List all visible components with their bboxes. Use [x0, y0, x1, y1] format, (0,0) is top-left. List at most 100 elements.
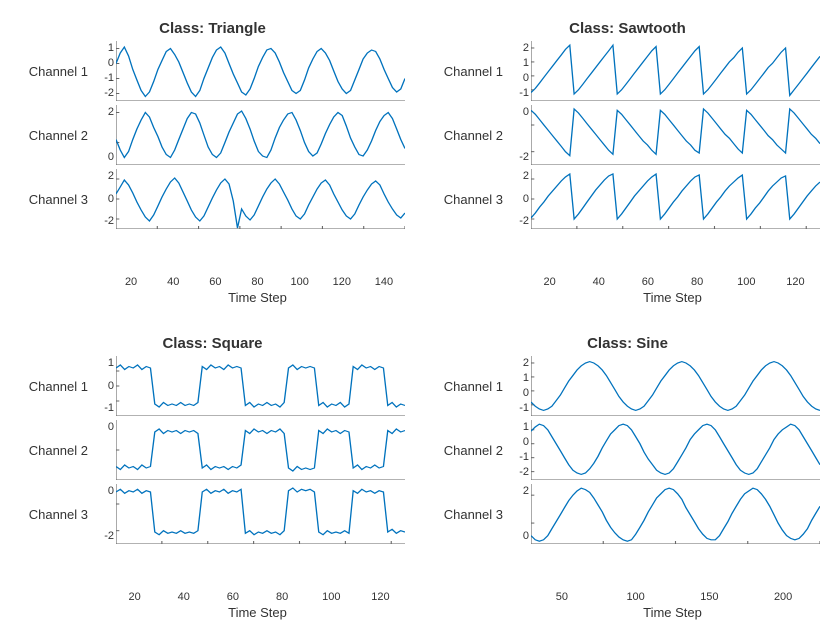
panel-title: Class: Sawtooth	[435, 20, 820, 37]
ytick-label: 0	[92, 486, 114, 497]
mini-plot	[116, 105, 405, 165]
yticks: 20-2	[92, 169, 116, 229]
plot-holder	[116, 41, 405, 101]
yticks: 20	[92, 105, 116, 165]
ytick-label: 2	[507, 486, 529, 497]
yticks: 20-2	[507, 169, 531, 229]
xtick-label: 140	[363, 276, 405, 288]
plot-holder	[116, 105, 405, 165]
panel-title: Class: Sine	[435, 335, 820, 352]
ylabel: Channel 2	[435, 105, 507, 165]
ylabel: Channel 1	[435, 41, 507, 101]
ytick-label: 0	[507, 531, 529, 542]
ytick-label: -1	[92, 73, 114, 84]
ylabel: Channel 3	[435, 169, 507, 229]
plot-holder	[116, 169, 405, 229]
panel-title: Class: Triangle	[20, 20, 405, 37]
ytick-label: 0	[507, 194, 529, 205]
plot-holder	[531, 169, 820, 229]
chart-figure: Class: TriangleChannel 110-1-2Channel 22…	[0, 0, 840, 630]
ytick-label: -2	[507, 216, 529, 227]
ytick-label: 0	[507, 388, 529, 399]
yticks: 1 0 -1 -2	[92, 41, 116, 101]
channel-row: Channel 110-1	[20, 356, 405, 416]
xtick-label: 100	[599, 591, 673, 603]
xlabel: Time Step	[228, 605, 287, 620]
ytick-label: 2	[507, 358, 529, 369]
xtick-label: 80	[673, 276, 722, 288]
yticks: 20	[507, 484, 531, 544]
panel-0: Class: TriangleChannel 110-1-2Channel 22…	[20, 20, 405, 305]
xtick-label: 50	[525, 591, 599, 603]
yticks: 0	[92, 420, 116, 480]
ytick-label: 0	[92, 422, 114, 433]
mini-plot	[531, 356, 820, 416]
channel-row: Channel 20-2	[435, 105, 820, 165]
ytick-label: -1	[507, 403, 529, 414]
mini-plot	[531, 169, 820, 229]
xtick-label: 20	[110, 276, 152, 288]
xtick-label: 120	[321, 276, 363, 288]
yticks: 0-2	[507, 105, 531, 165]
mini-plot	[116, 169, 405, 229]
mini-plot	[531, 420, 820, 480]
xaxis: 20406080100120 Time Step	[525, 276, 820, 305]
plot-holder	[531, 105, 820, 165]
channel-row: Channel 220	[20, 105, 405, 165]
xtick-label: 20	[525, 276, 574, 288]
ytick-label: -2	[507, 467, 529, 478]
panel-title: Class: Square	[20, 335, 405, 352]
mini-plot	[531, 484, 820, 544]
ylabel: Channel 1	[435, 356, 507, 416]
ylabel: Channel 1	[20, 356, 92, 416]
ylabel: Channel 3	[20, 484, 92, 544]
channel-row: Channel 30-2	[20, 484, 405, 544]
xtick-label: 40	[574, 276, 623, 288]
yticks: 10-1-2	[507, 420, 531, 480]
ytick-label: 2	[92, 107, 114, 118]
yticks: 0-2	[92, 484, 116, 544]
ytick-label: 0	[92, 58, 114, 69]
channel-row: Channel 110-1-2	[20, 41, 405, 101]
ytick-label: -1	[92, 403, 114, 414]
xtick-label: 60	[623, 276, 672, 288]
xtick-label: 150	[673, 591, 747, 603]
xaxis: 20406080100120 Time Step	[110, 591, 405, 620]
plot-holder	[531, 41, 820, 101]
xtick-label: 40	[159, 591, 208, 603]
ytick-label: 1	[92, 43, 114, 54]
ytick-label: 0	[92, 152, 114, 163]
yticks: 10-1	[92, 356, 116, 416]
xtick-label: 80	[236, 276, 278, 288]
ylabel: Channel 2	[20, 420, 92, 480]
xticks: 20406080100120	[108, 591, 407, 603]
panel-2: Class: SquareChannel 110-1Channel 20Chan…	[20, 335, 405, 620]
channel-row: Channel 320	[435, 484, 820, 544]
ytick-label: 2	[92, 171, 114, 182]
plot-holder	[531, 356, 820, 416]
xlabel: Time Step	[643, 605, 702, 620]
xtick-label: 60	[208, 591, 257, 603]
yticks: 210-1	[507, 41, 531, 101]
channel-row: Channel 320-2	[435, 169, 820, 229]
channel-row: Channel 320-2	[20, 169, 405, 229]
channel-row: Channel 20	[20, 420, 405, 480]
xlabel: Time Step	[643, 290, 702, 305]
xtick-label: 120	[771, 276, 820, 288]
mini-plot	[116, 420, 405, 480]
ytick-label: 1	[92, 358, 114, 369]
plot-holder	[531, 420, 820, 480]
xtick-label: 40	[152, 276, 194, 288]
xtick-label: 60	[194, 276, 236, 288]
channel-row: Channel 210-1-2	[435, 420, 820, 480]
ytick-label: -2	[92, 88, 114, 99]
ylabel: Channel 2	[435, 420, 507, 480]
xticks: 20406080100120	[523, 276, 822, 288]
channel-stack: Channel 110-1Channel 20Channel 30-2	[20, 356, 405, 589]
xtick-label: 100	[722, 276, 771, 288]
ytick-label: 0	[507, 73, 529, 84]
ytick-label: -1	[507, 88, 529, 99]
ytick-label: 1	[507, 58, 529, 69]
channel-stack: Channel 1210-1Channel 210-1-2Channel 320	[435, 356, 820, 589]
ytick-label: 0	[507, 107, 529, 118]
